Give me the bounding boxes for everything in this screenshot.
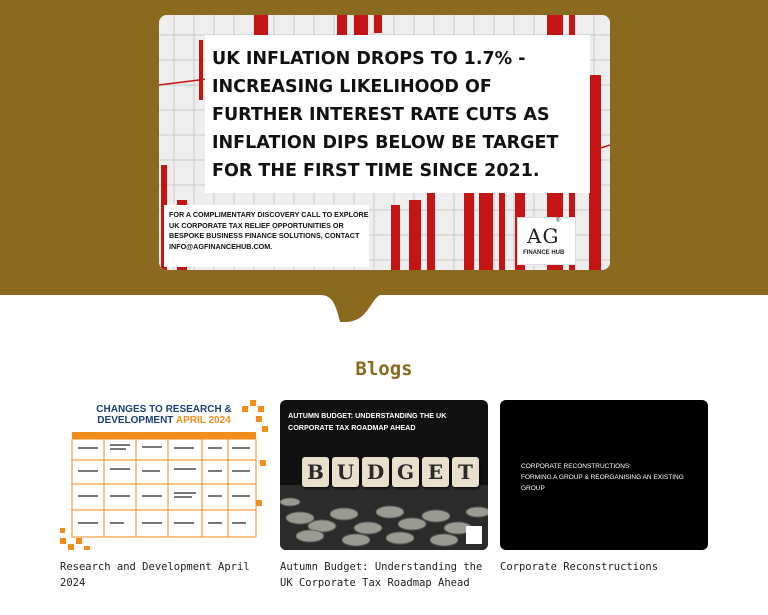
- letter-tile: B: [302, 457, 329, 487]
- rd-thumbnail-date: APRIL 2024: [175, 415, 231, 426]
- blog-thumbnail[interactable]: CORPORATE RECONSTRUCTIONS: FORMING A GRO…: [500, 400, 708, 550]
- logo-registered-mark: ®: [556, 218, 561, 224]
- blog-card-research-development[interactable]: CHANGES TO RESEARCH & DEVELOPMENT APRIL …: [60, 400, 268, 591]
- letter-tile: U: [332, 457, 359, 487]
- letter-tile: D: [362, 457, 389, 487]
- blog-thumbnail[interactable]: AUTUMN BUDGET: UNDERSTANDING THE UK CORP…: [280, 400, 488, 550]
- letter-tile: G: [392, 457, 419, 487]
- rd-thumbnail-line2: DEVELOPMENT: [97, 415, 174, 426]
- hero-headline: UK INFLATION DROPS TO 1.7% - INCREASING …: [212, 49, 559, 181]
- letter-tile: T: [452, 457, 479, 487]
- blog-thumbnail[interactable]: CHANGES TO RESEARCH & DEVELOPMENT APRIL …: [60, 400, 268, 550]
- budget-thumbnail-caption: AUTUMN BUDGET: UNDERSTANDING THE UK CORP…: [288, 411, 447, 432]
- blog-card-autumn-budget[interactable]: AUTUMN BUDGET: UNDERSTANDING THE UK CORP…: [280, 400, 488, 591]
- budget-letter-tiles: B U D G E T: [302, 457, 479, 487]
- corporate-caption-line2: FORMING A GROUP & REORGANISING AN EXISTI…: [521, 474, 684, 492]
- rd-thumbnail-title: CHANGES TO RESEARCH & DEVELOPMENT APRIL …: [60, 404, 268, 426]
- blog-card-title[interactable]: Corporate Reconstructions: [500, 559, 708, 575]
- rd-thumbnail-line1: CHANGES TO RESEARCH &: [96, 404, 232, 415]
- letter-tile: E: [422, 457, 449, 487]
- blogs-heading: Blogs: [355, 358, 413, 380]
- blog-card-title[interactable]: Autumn Budget: Understanding the UK Corp…: [280, 559, 488, 591]
- corporate-thumbnail-caption: CORPORATE RECONSTRUCTIONS: FORMING A GRO…: [521, 461, 706, 494]
- blog-card-title[interactable]: Research and Development April 2024: [60, 559, 268, 591]
- hero-cta-text: FOR A COMPLIMENTARY DISCOVERY CALL TO EX…: [169, 210, 369, 251]
- logo-mark: AG: [527, 224, 560, 248]
- logo-subtitle: FINANCE HUB: [523, 250, 565, 256]
- corporate-caption-line1: CORPORATE RECONSTRUCTIONS:: [521, 463, 632, 470]
- blog-card-corporate-reconstructions[interactable]: CORPORATE RECONSTRUCTIONS: FORMING A GRO…: [500, 400, 708, 575]
